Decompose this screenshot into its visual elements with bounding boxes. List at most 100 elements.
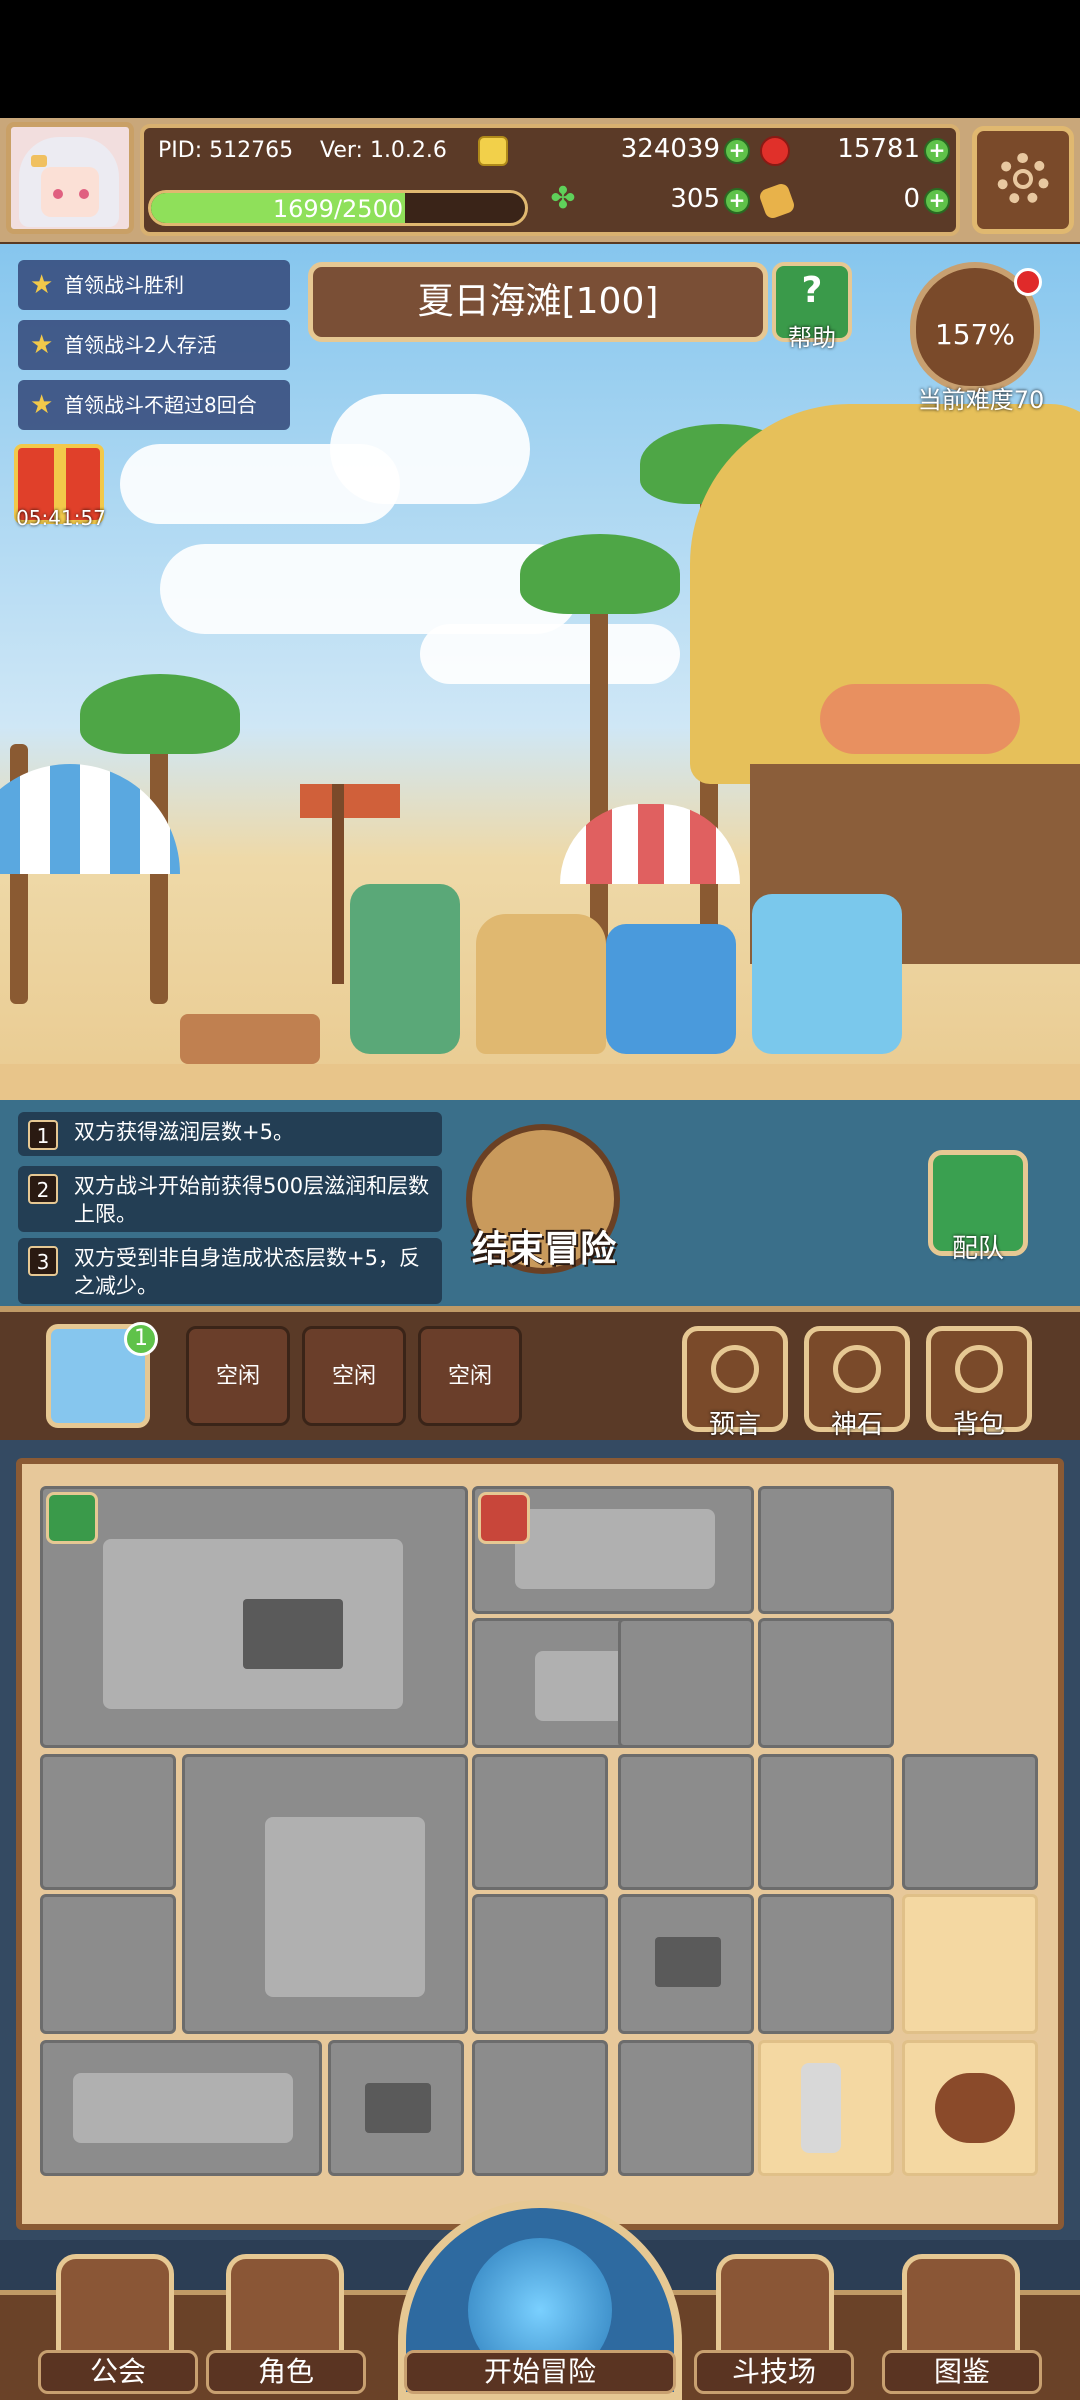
grid-cell[interactable] (758, 1618, 894, 1748)
grid-cell[interactable] (40, 1894, 176, 2034)
enemy-ice-queen[interactable] (752, 894, 902, 1054)
grid-cell[interactable] (472, 1894, 608, 2034)
fruit-basket (180, 1014, 320, 1064)
star-icon: ★ (30, 390, 54, 420)
map-count-badge: 1 (124, 1322, 158, 1356)
quest-label: 首领战斗胜利 (64, 273, 184, 297)
notification-dot (1014, 268, 1042, 296)
clover-amount: 305 (670, 184, 720, 214)
cooking-pot-icon (935, 2073, 1015, 2143)
effect-text: 双方受到非自身造成状态层数+5，反之减少。 (74, 1246, 420, 1298)
add-clover-icon[interactable]: + (724, 188, 750, 214)
difficulty-percent: 157% (934, 318, 1016, 351)
grid-cell[interactable] (902, 1754, 1038, 1890)
gold-coin-icon (478, 136, 508, 166)
middle-toolbar (0, 1306, 1080, 1440)
grid-cell[interactable] (40, 1754, 176, 1890)
prophecy-label: 预言 (708, 1410, 761, 1440)
grid-cell-chest[interactable] (328, 2040, 464, 2176)
avatar-eye (79, 189, 89, 199)
quest-item: ★ 首领战斗2人存活 (18, 320, 290, 370)
clover-icon: ✤ (550, 181, 576, 216)
add-bread-icon[interactable]: + (924, 188, 950, 214)
building-grid (16, 1458, 1064, 2230)
anchor-icon (801, 2063, 841, 2153)
sandcastle (476, 914, 606, 1054)
avatar-face (41, 167, 99, 217)
guild-label: 公会 (38, 2350, 198, 2394)
gear-hub (1013, 169, 1033, 189)
backpack-label: 背包 (952, 1410, 1005, 1440)
enemy-mushroom[interactable] (606, 924, 736, 1054)
arena-label: 斗技场 (694, 2350, 854, 2394)
grid-cell-surfboards[interactable] (182, 1754, 468, 2034)
player-id: PID: 512765 (158, 138, 294, 163)
godstone-icon (833, 1345, 881, 1393)
grid-cell-stall[interactable] (40, 1486, 468, 1748)
effect-number: 1 (28, 1120, 58, 1150)
grid-cell[interactable] (758, 1486, 894, 1614)
grid-cell-pot[interactable] (902, 2040, 1038, 2176)
idle-slot[interactable]: 空闲 (418, 1326, 522, 1426)
cloud (420, 624, 680, 684)
avatar-hairclip (31, 155, 47, 167)
add-ruby-icon[interactable]: + (924, 138, 950, 164)
quest-item: ★ 首领战斗胜利 (18, 260, 290, 310)
avatar-eye (53, 189, 63, 199)
thumbs-up-icon (46, 1492, 98, 1544)
hero-character[interactable] (350, 884, 460, 1054)
grid-cell[interactable] (758, 1894, 894, 2034)
gift-timer: 05:41:57 (16, 506, 106, 530)
beach-lounger (73, 2073, 293, 2143)
quest-label: 首领战斗2人存活 (64, 333, 217, 357)
quest-item: ★ 首领战斗不超过8回合 (18, 380, 290, 430)
stall-window (243, 1599, 343, 1669)
ruby-icon (760, 136, 790, 166)
lock-icon (478, 1492, 530, 1544)
help-label: 帮助 (788, 324, 836, 352)
grid-cell[interactable] (618, 1754, 754, 1890)
add-gold-icon[interactable]: + (724, 138, 750, 164)
godstone-label: 神石 (830, 1410, 883, 1440)
codex-label: 图鉴 (882, 2350, 1042, 2394)
grid-cell-unlocked[interactable] (902, 1894, 1038, 2034)
chest-icon (365, 2083, 431, 2133)
cloud (330, 394, 530, 504)
start-adventure-label: 开始冒险 (404, 2350, 676, 2394)
end-adventure-label: 结束冒险 (471, 1229, 616, 1270)
team-label: 配队 (951, 1234, 1004, 1264)
quest-label: 首领战斗不超过8回合 (64, 393, 257, 417)
grid-cell-chest[interactable] (618, 1894, 754, 2034)
character-label: 角色 (206, 2350, 366, 2394)
star-icon: ★ (30, 330, 54, 360)
xp-bar: 1699/2500 (148, 190, 528, 226)
cloud (160, 544, 580, 634)
difficulty-label: 当前难度70 (917, 386, 1045, 414)
gold-amount: 324039 (620, 134, 720, 164)
signpost-pole (332, 784, 344, 984)
idle-slot[interactable]: 空闲 (186, 1326, 290, 1426)
chest-icon (655, 1937, 721, 1987)
question-icon: ? (801, 270, 823, 311)
grid-cell[interactable] (618, 1618, 754, 1748)
beach-scene (0, 244, 1080, 1122)
grid-cell[interactable] (758, 1754, 894, 1890)
star-icon: ★ (30, 270, 54, 300)
palm-leaves (80, 674, 240, 754)
settings-button[interactable] (972, 126, 1074, 234)
grid-cell-anchor[interactable] (758, 2040, 894, 2176)
grid-cell-lounger[interactable] (40, 2040, 322, 2176)
effect-text: 双方获得滋润层数+5。 (74, 1120, 294, 1144)
idle-slot[interactable]: 空闲 (302, 1326, 406, 1426)
grid-cell[interactable] (472, 2040, 608, 2176)
grid-cell[interactable] (472, 1754, 608, 1890)
surfboards (265, 1817, 425, 1997)
hut-sign (820, 684, 1020, 754)
player-avatar[interactable] (6, 122, 134, 234)
xp-text: 1699/2500 (272, 195, 404, 223)
prophecy-icon (711, 1345, 759, 1393)
grid-cell[interactable] (618, 2040, 754, 2176)
bread-amount: 0 (903, 184, 920, 214)
effect-number: 2 (28, 1174, 58, 1204)
effect-number: 3 (28, 1246, 58, 1276)
